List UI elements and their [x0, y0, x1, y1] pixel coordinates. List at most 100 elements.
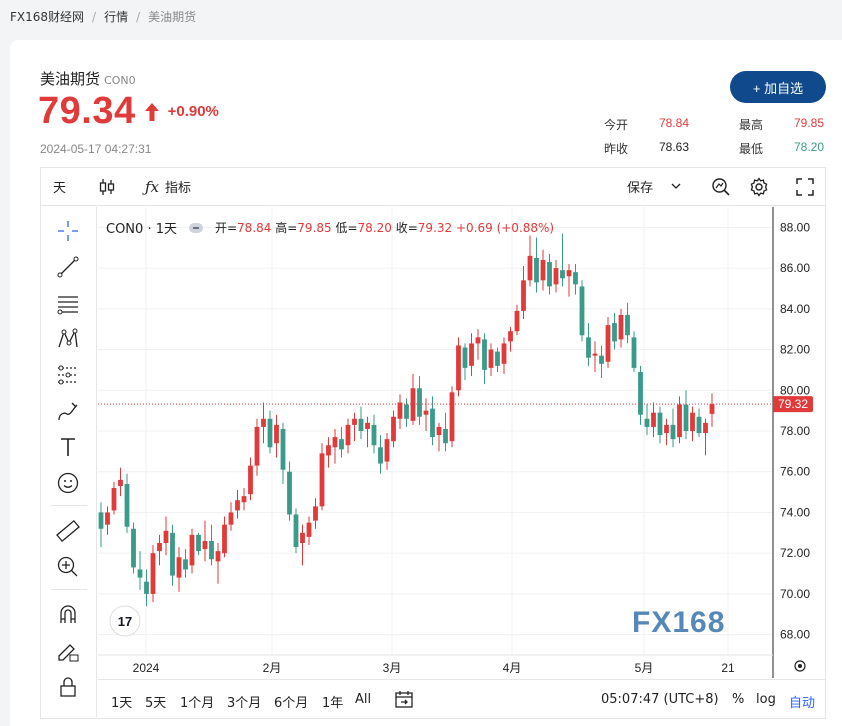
chart-widget: 天 ƒx 指标 保存 88.00 86.00 84.00 82.00 80.00…	[40, 167, 826, 719]
candle-type-icon[interactable]	[99, 178, 115, 196]
crosshair-icon[interactable]	[54, 217, 82, 245]
candle-body	[573, 272, 578, 285]
candle-body	[332, 437, 338, 448]
candle-body	[534, 257, 539, 283]
interval-button[interactable]: 天	[53, 177, 66, 196]
x-tick-label: 4月	[503, 661, 522, 675]
candle-body	[657, 412, 663, 436]
candle-body	[183, 559, 188, 570]
emoji-icon[interactable]	[54, 469, 82, 497]
add-watchlist-button[interactable]: + 加自选	[730, 71, 826, 103]
lock-icon[interactable]	[54, 673, 82, 701]
chart-clock[interactable]: 05:07:47 (UTC+8)	[601, 692, 719, 707]
legend-low: 78.20	[357, 221, 392, 235]
candle-body	[378, 447, 383, 464]
auto-scale-toggle[interactable]: 自动	[789, 692, 815, 711]
candle-body	[495, 351, 500, 366]
chart-legend: CON0 · 1天 开=78.84 高=79.85 低=78.20 收=79.3…	[106, 218, 554, 237]
candle-body	[651, 412, 656, 427]
candle-body	[482, 339, 487, 370]
log-toggle[interactable]: log	[756, 692, 776, 707]
breadcrumb-separator: /	[92, 9, 97, 24]
candle-body	[404, 404, 409, 419]
ruler-icon[interactable]	[54, 517, 82, 545]
range-3m[interactable]: 3个月	[227, 692, 261, 711]
candle-body	[488, 349, 494, 368]
price-chart[interactable]: 88.00 86.00 84.00 82.00 80.00 78.00 76.00 74.00…	[98, 207, 826, 678]
legend-high-label: 高=	[275, 221, 298, 235]
chart-toolbar: 天 ƒx 指标 保存	[41, 168, 825, 206]
breadcrumb-section-link[interactable]: 行情	[104, 8, 128, 25]
candle-body	[222, 524, 227, 554]
open-value: 78.84	[659, 116, 690, 130]
candle-body	[209, 540, 214, 560]
percent-toggle[interactable]: %	[732, 692, 744, 707]
indicators-button[interactable]: ƒx 指标	[145, 177, 192, 197]
last-price: 79.34	[38, 90, 136, 132]
lock-pencil-icon[interactable]	[54, 637, 82, 665]
range-bar: 1天 5天 1个月 3个月 6个月 1年 All 05:07:47 (UTC+8…	[98, 679, 826, 719]
candle-body	[586, 337, 591, 358]
candle-body	[228, 512, 234, 525]
legend-symbol: CON0 · 1天	[106, 222, 177, 237]
trendline-icon[interactable]	[54, 253, 82, 281]
candle-body	[352, 418, 357, 425]
breadcrumb-site-link[interactable]: FX168财经网	[10, 8, 84, 25]
fx168-watermark: FX168	[632, 606, 725, 639]
candle-body	[384, 439, 390, 462]
candle-body	[176, 557, 182, 578]
candle-body	[540, 259, 546, 281]
candle-body	[508, 331, 513, 342]
indicators-label: 指标	[165, 181, 192, 196]
candle-body	[261, 418, 266, 427]
tradingview-logo: 17	[109, 605, 141, 637]
range-all[interactable]: All	[355, 692, 371, 707]
text-icon[interactable]	[54, 433, 82, 461]
candle-body	[417, 388, 422, 417]
range-5d[interactable]: 5天	[145, 692, 166, 711]
candle-body	[547, 261, 552, 287]
save-button[interactable]: 保存	[627, 177, 681, 196]
candle-body	[690, 412, 695, 431]
breadcrumb-separator: /	[136, 9, 141, 24]
candle-body	[202, 540, 208, 550]
y-tick-label: 84.00	[780, 302, 810, 316]
calendar-range-icon[interactable]	[394, 689, 414, 713]
candle-body	[267, 418, 273, 448]
settings-circle-icon	[794, 660, 806, 672]
quote-card: 美油期货 CON0 79.34 +0.90% 2024-05-17 04:27:…	[10, 40, 842, 726]
range-1m[interactable]: 1个月	[180, 692, 214, 711]
candle-body	[644, 418, 650, 427]
gear-icon[interactable]	[749, 176, 769, 197]
candle-body	[170, 532, 175, 576]
measure-lines-icon[interactable]	[54, 361, 82, 389]
candle-body	[709, 404, 715, 414]
legend-ohlc: 开=78.84 高=79.85 低=78.20 收=79.32 +0.69 (+…	[215, 219, 554, 236]
fullscreen-icon[interactable]	[796, 177, 814, 196]
search-chart-icon[interactable]	[711, 177, 731, 197]
brush-icon[interactable]	[54, 397, 82, 425]
range-1y[interactable]: 1年	[322, 692, 343, 711]
price-row: 79.34 +0.90%	[38, 90, 219, 133]
legend-low-label: 低=	[335, 221, 358, 235]
breadcrumb: FX168财经网 / 行情 / 美油期货	[10, 8, 196, 25]
candle-body	[664, 424, 669, 434]
candle-body	[163, 530, 169, 543]
candle-body	[189, 534, 195, 566]
candlestick-chart[interactable]: 88.00 86.00 84.00 82.00 80.00 78.00 76.00 74.00…	[98, 207, 826, 678]
magnet-icon[interactable]	[54, 601, 82, 629]
candle-body	[670, 424, 676, 440]
range-6m[interactable]: 6个月	[274, 692, 308, 711]
range-1d[interactable]: 1天	[111, 692, 132, 711]
instrument-code: CON0	[104, 74, 136, 87]
candle-body	[456, 345, 461, 391]
candle-body	[131, 528, 136, 568]
candle-body	[683, 404, 689, 431]
eye-icon[interactable]	[188, 222, 203, 233]
pattern-icon[interactable]	[54, 325, 82, 353]
fib-icon[interactable]	[54, 289, 82, 317]
zoom-in-icon[interactable]	[54, 553, 82, 581]
legend-close-label: 收=	[395, 221, 418, 235]
candle-body	[306, 522, 312, 537]
candle-body	[98, 512, 104, 529]
